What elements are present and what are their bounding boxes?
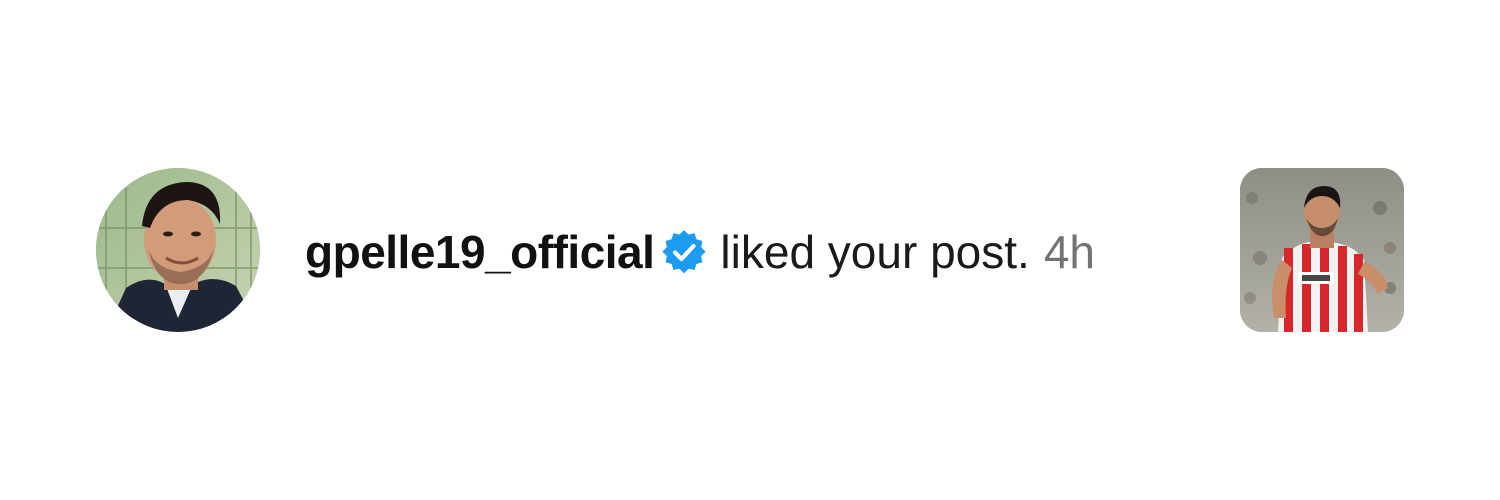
post-thumbnail[interactable] <box>1240 168 1404 332</box>
notification-text: gpelle19_official liked your post. 4h <box>305 222 1095 282</box>
action-text: liked your post. <box>720 226 1030 278</box>
avatar[interactable] <box>96 168 260 332</box>
username-link[interactable]: gpelle19_official <box>305 222 655 282</box>
timestamp: 4h <box>1043 226 1095 278</box>
verified-badge-icon <box>660 228 708 276</box>
avatar-photo <box>96 168 260 332</box>
notification-row[interactable]: gpelle19_official liked your post. 4h <box>0 0 1500 500</box>
post-thumbnail-photo <box>1240 168 1404 332</box>
